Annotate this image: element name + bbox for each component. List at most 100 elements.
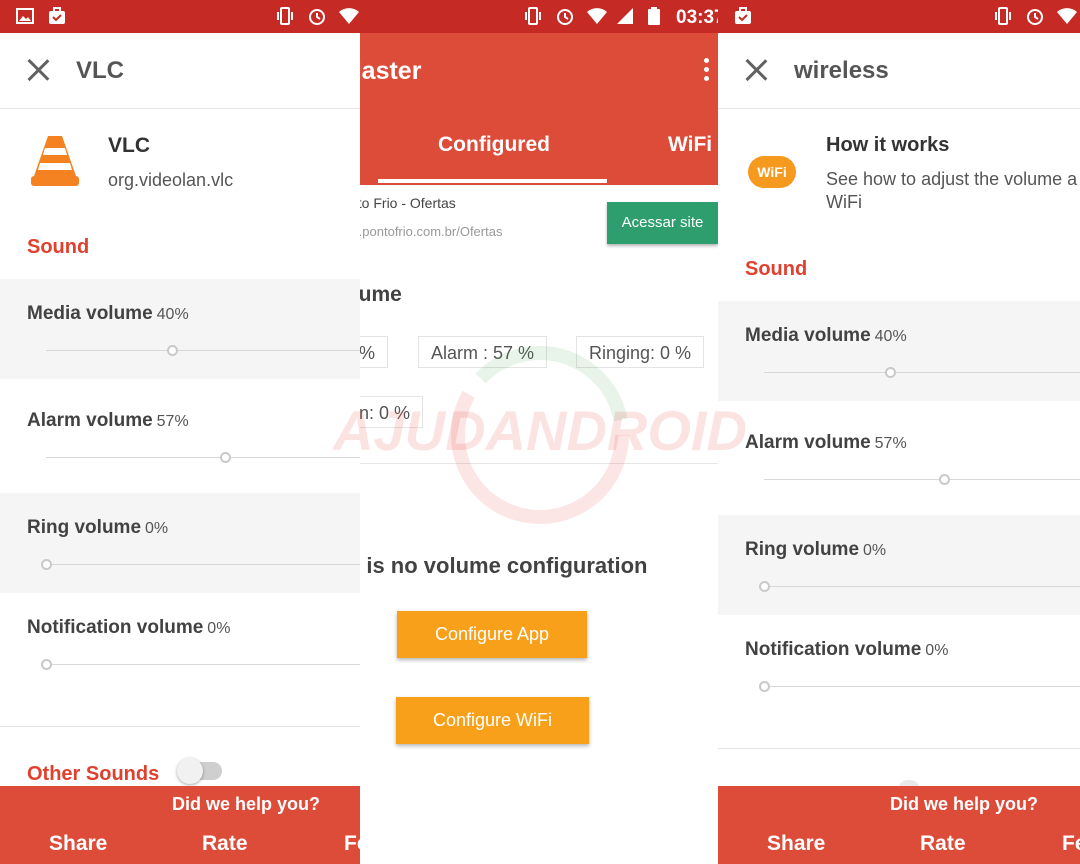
rate-button[interactable]: Rate xyxy=(202,832,248,856)
volume-label: Notification volume xyxy=(27,617,204,638)
volume-heading: olume xyxy=(360,283,402,306)
slider-thumb[interactable] xyxy=(759,581,770,592)
battery-icon xyxy=(648,7,660,25)
ring-volume-slider[interactable] xyxy=(759,581,1080,592)
empty-state-message: e is no volume configuration xyxy=(360,553,648,578)
ring-volume-row: Ring volume 0% xyxy=(718,515,1080,615)
rate-button[interactable]: Rate xyxy=(920,832,966,856)
status-time: 03:37 xyxy=(676,7,718,28)
share-button[interactable]: Share xyxy=(49,832,107,856)
divider xyxy=(718,748,1080,749)
feedback-bar: Did we help you? Share Rate Fe xyxy=(0,786,360,864)
more-options-icon[interactable] xyxy=(704,58,710,84)
wifi-badge-icon: WiFi xyxy=(748,156,796,188)
notification-volume-row: Notification volume 0% xyxy=(0,593,360,693)
how-it-works-title: How it works xyxy=(826,134,950,156)
app-package: org.videolan.vlc xyxy=(108,170,234,190)
configure-app-button[interactable]: Configure App xyxy=(397,611,587,658)
slider-thumb[interactable] xyxy=(41,559,52,570)
ad-url[interactable]: w.pontofrio.com.br/Ofertas xyxy=(360,224,502,239)
toolbar: wireless xyxy=(718,33,1080,109)
volume-percent: 57% xyxy=(156,413,189,430)
vlc-settings-panel: VLC VLC org.videolan.vlc Sound Media vol… xyxy=(0,0,360,864)
vibrate-icon xyxy=(277,7,293,25)
volume-label: Alarm volume xyxy=(27,410,153,431)
volume-chip-ringing: Ringing: 0 % xyxy=(576,336,705,368)
volume-chip: % xyxy=(360,336,389,368)
alarm-volume-row: Alarm volume 57% xyxy=(718,408,1080,508)
status-bar xyxy=(0,0,360,33)
configure-wifi-button[interactable]: Configure WiFi xyxy=(396,697,589,744)
volume-percent: 57% xyxy=(874,435,907,452)
other-sounds-toggle[interactable] xyxy=(177,758,222,784)
gallery-icon xyxy=(16,8,34,24)
volume-percent: 40% xyxy=(874,328,907,345)
ad-title[interactable]: nto Frio - Ofertas xyxy=(360,195,456,211)
briefcase-check-icon xyxy=(49,7,65,24)
volume-chip-notification: on: 0 % xyxy=(360,396,424,428)
wifi-signal-icon xyxy=(587,8,607,24)
volume-label: Alarm volume xyxy=(745,432,871,453)
feedback-button[interactable]: Fe xyxy=(344,832,360,856)
slider-thumb[interactable] xyxy=(939,474,951,485)
slider-thumb[interactable] xyxy=(759,681,770,692)
ad-visit-button[interactable]: Acessar site xyxy=(607,202,718,244)
wifi-signal-icon xyxy=(339,8,359,24)
cell-signal-icon xyxy=(617,8,633,24)
media-volume-row: Media volume 40% xyxy=(718,301,1080,401)
volume-percent: 0% xyxy=(207,620,231,637)
alarm-icon xyxy=(1027,9,1043,25)
media-volume-slider[interactable] xyxy=(764,367,1080,378)
alarm-icon xyxy=(557,9,573,25)
vibrate-icon xyxy=(525,7,541,25)
close-icon[interactable] xyxy=(744,58,768,82)
share-button[interactable]: Share xyxy=(767,832,825,856)
volume-label: Media volume xyxy=(745,325,871,346)
wireless-settings-panel: wireless WiFi How it works See how to ad… xyxy=(718,0,1080,864)
media-volume-row: Media volume 40% xyxy=(0,279,360,379)
ring-volume-slider[interactable] xyxy=(41,559,360,570)
app-name: VLC xyxy=(108,134,150,157)
volume-chip-alarm: Alarm : 57 % xyxy=(418,336,548,368)
section-other-sounds: Other Sounds xyxy=(27,763,160,785)
wifi-signal-icon xyxy=(1057,8,1077,24)
volume-label: Ring volume xyxy=(27,517,142,538)
tab-indicator xyxy=(378,179,607,183)
status-bar: 03:37 xyxy=(360,0,718,33)
notification-volume-slider[interactable] xyxy=(759,681,1080,692)
description-line: WiFi xyxy=(826,192,862,212)
toolbar-title: VLC xyxy=(76,57,124,84)
divider xyxy=(0,726,360,727)
toolbar-title: wireless xyxy=(794,57,889,84)
tab-wifi[interactable]: WiFi xyxy=(668,133,712,157)
help-prompt: Did we help you? xyxy=(172,794,321,814)
notification-volume-slider[interactable] xyxy=(41,659,360,670)
close-icon[interactable] xyxy=(26,58,50,82)
slider-thumb[interactable] xyxy=(41,659,52,670)
app-bar: e Master Configured WiFi xyxy=(360,33,718,185)
app-title: e Master xyxy=(360,57,422,85)
tab-configured[interactable]: Configured xyxy=(438,133,550,157)
feedback-bar: Did we help you? Share Rate Fe xyxy=(718,786,1080,864)
volume-master-main-panel: 03:37 e Master Configured WiFi nto Frio … xyxy=(360,0,718,864)
volume-percent: 0% xyxy=(145,520,169,537)
alarm-icon xyxy=(309,9,325,25)
vlc-cone-icon xyxy=(31,136,79,186)
alarm-volume-slider[interactable] xyxy=(46,452,360,463)
media-volume-slider[interactable] xyxy=(46,345,360,356)
notification-volume-row: Notification volume 0% xyxy=(718,615,1080,715)
help-prompt: Did we help you? xyxy=(890,794,1039,814)
volume-percent: 0% xyxy=(925,642,949,659)
slider-thumb[interactable] xyxy=(166,345,178,356)
section-sound: Sound xyxy=(27,236,90,258)
ring-volume-row: Ring volume 0% xyxy=(0,493,360,593)
alarm-volume-slider[interactable] xyxy=(764,474,1080,485)
volume-label: Ring volume xyxy=(745,539,860,560)
volume-percent: 40% xyxy=(156,306,189,323)
slider-thumb[interactable] xyxy=(219,452,231,463)
status-bar xyxy=(718,0,1080,33)
divider xyxy=(360,463,718,464)
feedback-button[interactable]: Fe xyxy=(1062,832,1080,856)
slider-thumb[interactable] xyxy=(885,367,897,378)
volume-label: Notification volume xyxy=(745,639,922,660)
